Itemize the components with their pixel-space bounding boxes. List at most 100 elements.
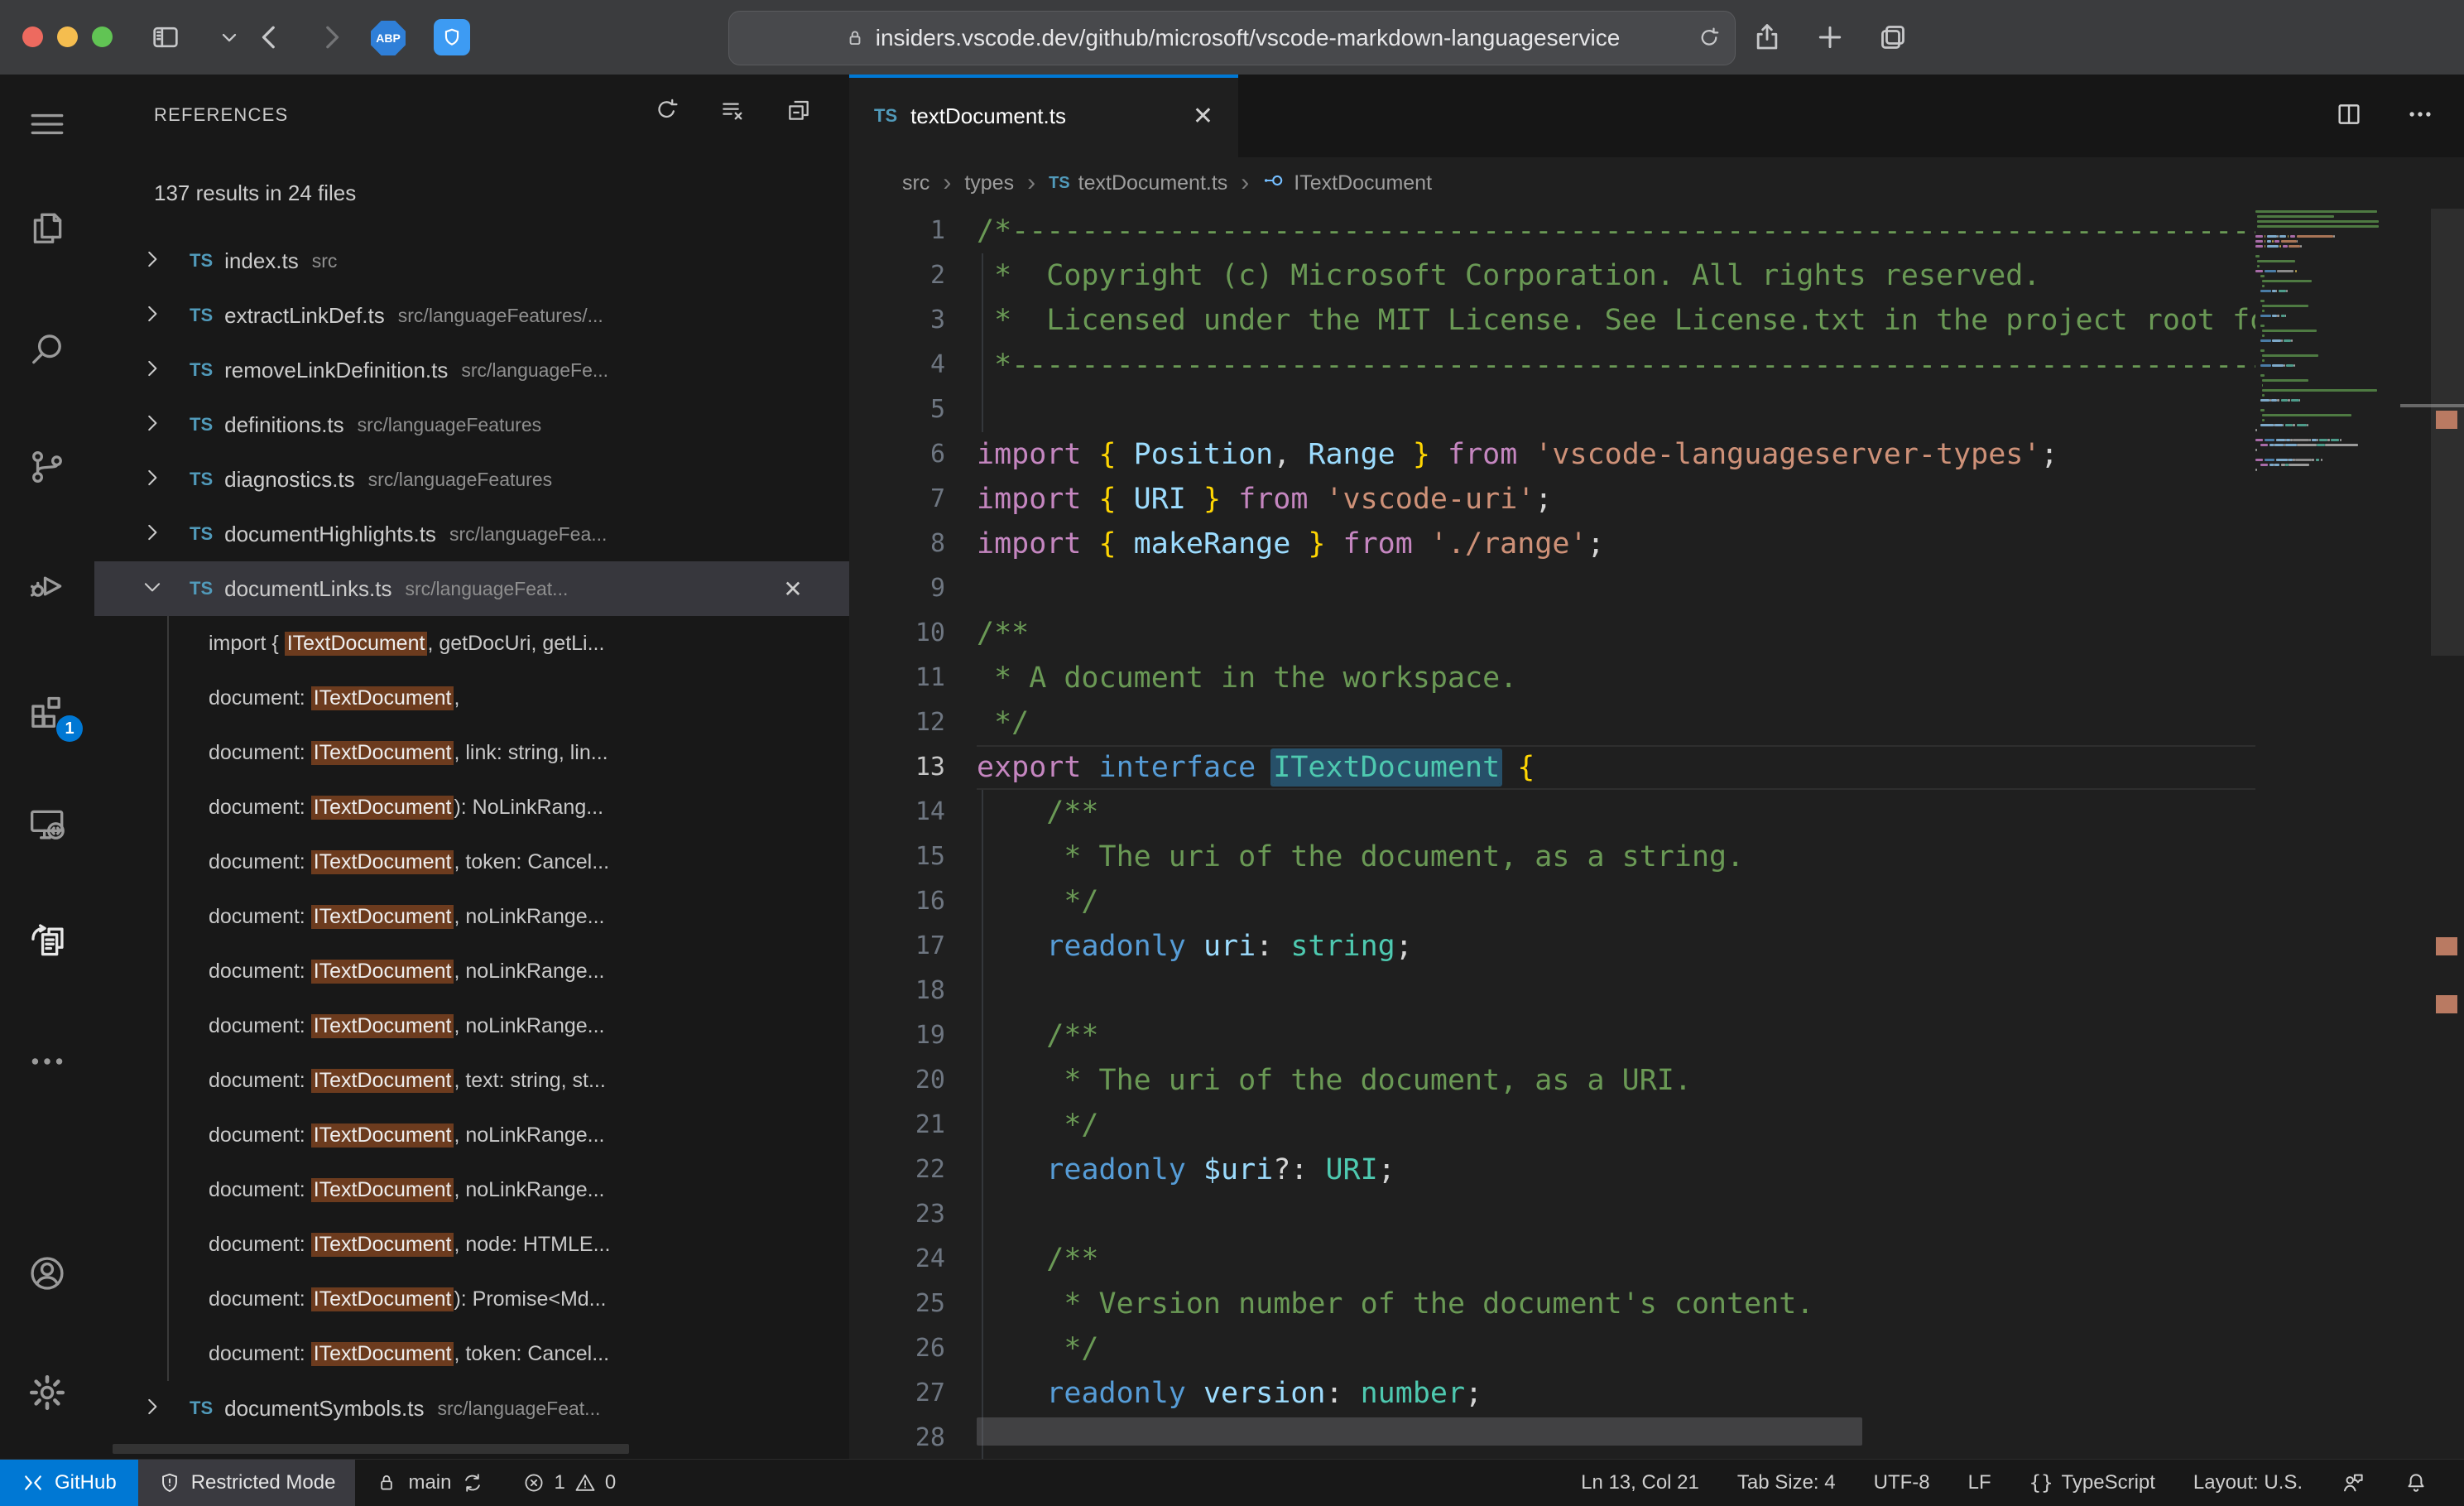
overview-ruler[interactable] [2400,209,2464,1459]
line-number[interactable]: 9 [849,566,977,611]
code-line-15[interactable]: * The uri of the document, as a string. [977,835,2255,879]
breadcrumb-item-types[interactable]: types [964,171,1014,195]
code-content[interactable]: /*--------------------------------------… [977,209,2255,1459]
match-result-row[interactable]: import { ITextDocument, getDocUri, getLi… [94,616,849,671]
code-line-8[interactable]: import { makeRange } from './range'; [977,522,2255,566]
breadcrumb-item-textDocument.ts[interactable]: TStextDocument.ts [1049,171,1227,195]
code-line-18[interactable] [977,969,2255,1013]
file-result-row-extractLinkDef.ts[interactable]: TSextractLinkDef.tssrc/languageFeatures/… [94,288,849,343]
chevron-right-icon[interactable] [140,356,168,384]
code-line-10[interactable]: /** [977,611,2255,656]
code-line-11[interactable]: * A document in the workspace. [977,656,2255,700]
activity-item-remote-explorer[interactable] [0,787,94,866]
file-result-row-documentSymbols.ts[interactable]: TSdocumentSymbols.tssrc/languageFeat... [94,1381,849,1436]
activity-item-explorer[interactable] [0,190,94,270]
line-number[interactable]: 18 [849,969,977,1013]
tab-size[interactable]: Tab Size: 4 [1718,1460,1855,1506]
close-window-button[interactable] [22,26,43,47]
code-line-16[interactable]: */ [977,879,2255,924]
breadcrumb-item-ITextDocument[interactable]: ITextDocument [1262,169,1432,198]
code-line-21[interactable]: */ [977,1103,2255,1148]
match-result-row[interactable]: document: ITextDocument, token: Cancel..… [94,1326,849,1381]
line-number[interactable]: 10 [849,611,977,656]
line-number[interactable]: 21 [849,1103,977,1148]
line-number[interactable]: 22 [849,1148,977,1192]
clear-results-icon[interactable] [718,96,747,124]
language-mode[interactable]: {}TypeScript [2010,1460,2174,1506]
line-number[interactable]: 27 [849,1371,977,1416]
match-result-row[interactable]: document: ITextDocument): NoLinkRang... [94,780,849,835]
line-number[interactable]: 15 [849,835,977,879]
file-result-row-diagnostics.ts[interactable]: TSdiagnostics.tssrc/languageFeatures [94,452,849,507]
breadcrumb-item-src[interactable]: src [902,171,929,195]
match-result-row[interactable]: document: ITextDocument, text: string, s… [94,1053,849,1108]
code-line-6[interactable]: import { Position, Range } from 'vscode-… [977,432,2255,477]
line-number[interactable]: 8 [849,522,977,566]
line-number[interactable]: 14 [849,790,977,835]
code-line-23[interactable] [977,1192,2255,1237]
chevron-right-icon[interactable] [140,1394,168,1422]
code-line-20[interactable]: * The uri of the document, as a URI. [977,1058,2255,1103]
code-line-27[interactable]: readonly version: number; [977,1371,2255,1416]
code-line-26[interactable]: */ [977,1326,2255,1371]
code-line-5[interactable] [977,387,2255,432]
keyboard-layout[interactable]: Layout: U.S. [2174,1460,2322,1506]
address-bar[interactable]: insiders.vscode.dev/github/microsoft/vsc… [728,11,1736,65]
line-number[interactable]: 24 [849,1237,977,1282]
match-result-row[interactable]: document: ITextDocument, noLinkRange... [94,1108,849,1162]
minimap[interactable] [2255,209,2400,472]
chevron-right-icon[interactable] [140,520,168,548]
code-line-4[interactable]: *---------------------------------------… [977,343,2255,387]
code-line-14[interactable]: /** [977,790,2255,835]
bitwarden-extension-icon[interactable] [434,19,470,55]
activity-item-more-views[interactable] [0,1023,94,1103]
code-line-25[interactable]: * Version number of the document's conte… [977,1282,2255,1326]
match-result-row[interactable]: document: ITextDocument, noLinkRange... [94,944,849,998]
line-number[interactable]: 7 [849,477,977,522]
cursor-position[interactable]: Ln 13, Col 21 [1562,1460,1718,1506]
code-line-22[interactable]: readonly $uri?: URI; [977,1148,2255,1192]
line-number[interactable]: 17 [849,924,977,969]
file-result-row-definitions.ts[interactable]: TSdefinitions.tssrc/languageFeatures [94,397,849,452]
feedback-icon[interactable] [2322,1460,2385,1506]
match-result-row[interactable]: document: ITextDocument, node: HTMLE... [94,1217,849,1272]
file-result-row-index.ts[interactable]: TSindex.tssrc [94,233,849,288]
activity-item-extensions[interactable]: 1 [0,671,94,750]
activity-item-source-control[interactable] [0,429,94,508]
match-result-row[interactable]: document: ITextDocument, noLinkRange... [94,998,849,1053]
match-result-row[interactable]: document: ITextDocument, [94,671,849,725]
line-number[interactable]: 4 [849,343,977,387]
split-editor-icon[interactable] [2335,100,2363,132]
line-number[interactable]: 16 [849,879,977,924]
more-actions-icon[interactable] [2406,100,2434,132]
activity-item-run-debug[interactable] [0,548,94,628]
chevron-right-icon[interactable] [140,411,168,439]
line-number[interactable]: 26 [849,1326,977,1371]
horizontal-scrollbar-thumb[interactable] [977,1417,1862,1446]
match-result-row[interactable]: document: ITextDocument, noLinkRange... [94,1162,849,1217]
activity-item-menu[interactable] [0,86,94,166]
collapse-all-icon[interactable] [785,96,813,124]
line-number[interactable]: 2 [849,253,977,298]
line-number[interactable]: 1 [849,209,977,253]
sidebar-toggle-icon[interactable] [139,0,192,75]
chevron-right-icon[interactable] [140,247,168,275]
line-number[interactable]: 12 [849,700,977,745]
line-number[interactable]: 20 [849,1058,977,1103]
activity-item-settings[interactable] [0,1354,94,1434]
code-line-13[interactable]: export interface ITextDocument { [977,745,2255,790]
line-number[interactable]: 25 [849,1282,977,1326]
activity-item-search[interactable] [0,311,94,391]
minimize-window-button[interactable] [57,26,78,47]
code-line-24[interactable]: /** [977,1237,2255,1282]
restricted-mode-button[interactable]: Restricted Mode [138,1460,356,1506]
match-result-row[interactable]: document: ITextDocument, noLinkRange... [94,889,849,944]
activity-item-account[interactable] [0,1235,94,1315]
chevron-down-icon[interactable] [209,0,250,75]
code-line-17[interactable]: readonly uri: string; [977,924,2255,969]
code-editor[interactable]: 1234567891011121314151617181920212223242… [849,209,2464,1459]
reload-icon[interactable] [1697,26,1722,51]
line-number[interactable]: 11 [849,656,977,700]
line-number[interactable]: 3 [849,298,977,343]
encoding[interactable]: UTF-8 [1855,1460,1949,1506]
